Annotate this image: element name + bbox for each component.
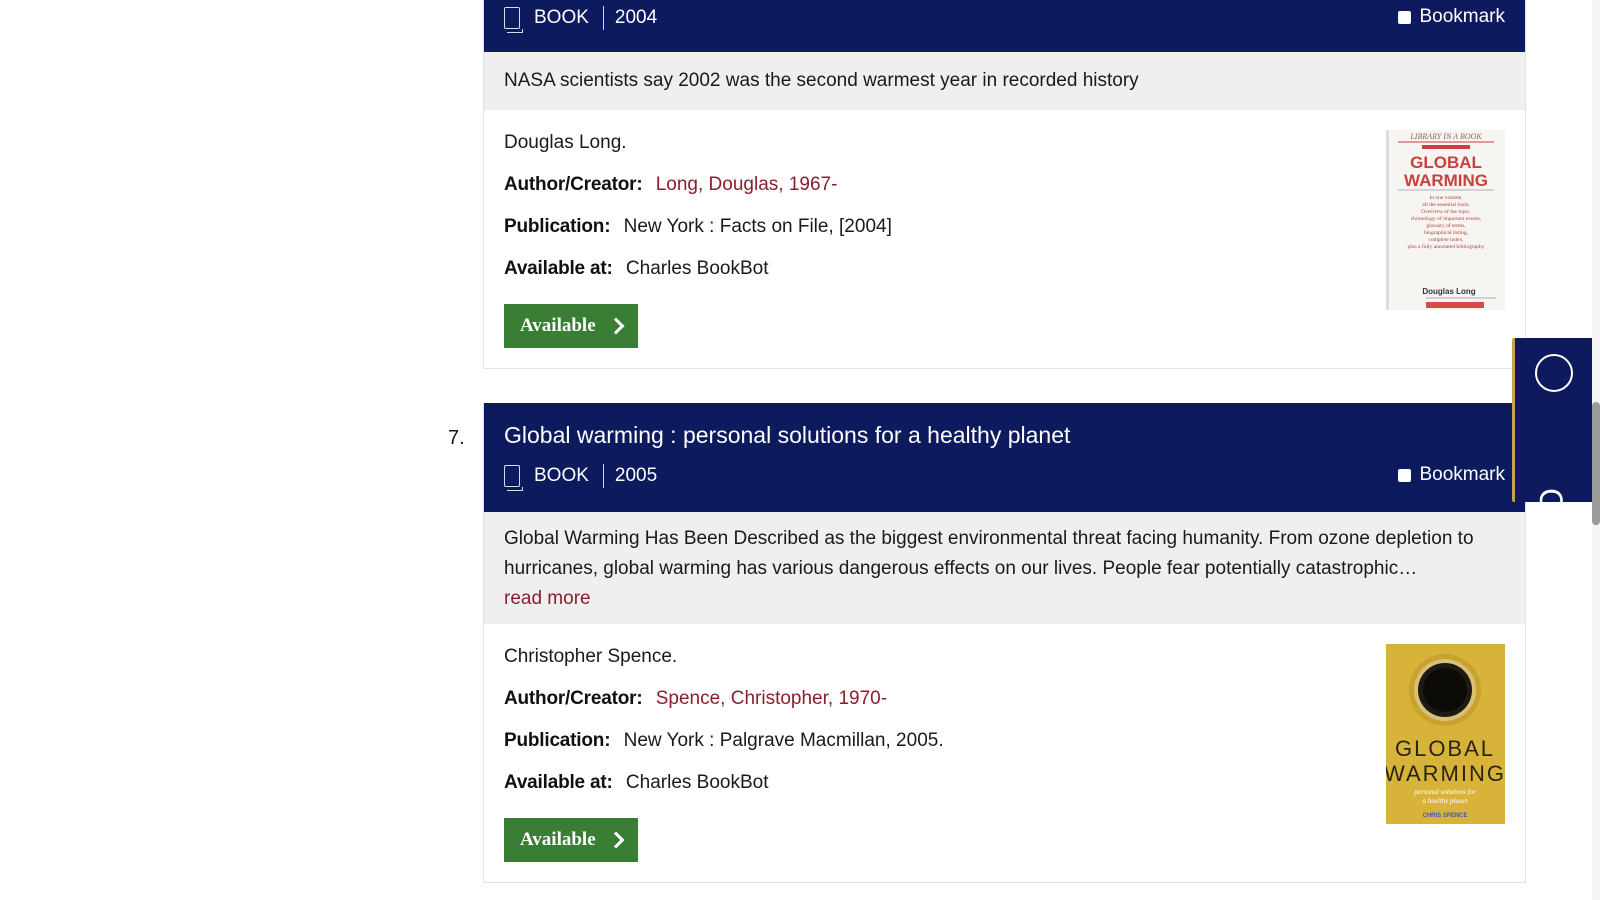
publication-value: New York : Facts on File, [2004] [623, 216, 892, 237]
format-label: BOOK [534, 7, 589, 28]
svg-text:plus a fully annotated bibliog: plus a fully annotated bibliography [1408, 243, 1485, 250]
publication-row: Publication: New York : Palgrave Macmill… [504, 720, 1505, 762]
result-description: NASA scientists say 2002 was the second … [484, 52, 1525, 110]
svg-text:biographical listing,: biographical listing, [1424, 230, 1469, 236]
svg-text:glossary of terms,: glossary of terms, [1426, 222, 1466, 229]
cover-author: Douglas Long [1422, 287, 1475, 296]
publication-value: New York : Palgrave Macmillan, 2005. [623, 730, 944, 751]
bookmark-label: Bookmark [1419, 464, 1505, 485]
svg-text:Overview of the topic,: Overview of the topic, [1421, 208, 1471, 215]
result-header: BOOK 2004 Bookmark [484, 0, 1525, 52]
bookmark-label: Bookmark [1419, 6, 1505, 27]
svg-text:a healthy planet: a healthy planet [1422, 797, 1468, 805]
author-row: Author/Creator: Spence, Christopher, 197… [504, 678, 1505, 720]
result-header: Global warming : personal solutions for … [484, 403, 1525, 512]
cover-title-1: GLOBAL [1410, 153, 1482, 172]
author-label: Author/Creator: [504, 174, 643, 195]
publication-row: Publication: New York : Facts on File, [… [504, 206, 1505, 248]
cover-title-1: GLOBAL [1395, 736, 1495, 761]
result-details: Douglas Long. Author/Creator: Long, Doug… [484, 110, 1525, 368]
chevron-right-icon [607, 317, 625, 335]
svg-text:all the essential tools:: all the essential tools: [1422, 202, 1470, 208]
result-number: 7. [448, 427, 465, 449]
author-label: Author/Creator: [504, 688, 643, 709]
year-label: 2005 [614, 465, 658, 486]
author-row: Author/Creator: Long, Douglas, 1967- [504, 164, 1505, 206]
result-meta: BOOK 2005 [504, 464, 658, 491]
publication-label: Publication: [504, 730, 611, 751]
book-cover-image[interactable]: LIBRARY IN A BOOK GLOBAL WARMING In one … [1386, 130, 1505, 310]
chat-label: Chat [1533, 488, 1569, 556]
bookmark-toggle[interactable]: Bookmark [1398, 6, 1505, 28]
search-result-6: BOOK 2004 Bookmark NASA scientists say 2… [483, 0, 1526, 369]
result-title-link[interactable]: Global warming : personal solutions for … [504, 422, 1070, 449]
cover-author: CHRIS SPENCE [1422, 813, 1467, 819]
author-link[interactable]: Long, Douglas, 1967- [656, 174, 838, 195]
divider [602, 6, 604, 30]
svg-text:personal solutions for: personal solutions for [1413, 788, 1476, 796]
result-meta: BOOK 2004 [504, 6, 658, 33]
availability-row: Available at: Charles BookBot [504, 762, 1505, 804]
bookmark-toggle[interactable]: Bookmark [1398, 464, 1505, 486]
result-details: Christopher Spence. Author/Creator: Spen… [484, 624, 1525, 882]
format-label: BOOK [534, 465, 589, 486]
publication-label: Publication: [504, 216, 611, 237]
year-label: 2004 [614, 7, 658, 28]
available-button-label: Available [520, 315, 596, 336]
book-cover-image[interactable]: GLOBAL WARMING personal solutions for a … [1386, 644, 1505, 824]
search-result-7: Global warming : personal solutions for … [483, 403, 1526, 883]
result-description: Global Warming Has Been Described as the… [484, 512, 1525, 624]
svg-text:complete index,: complete index, [1428, 237, 1464, 243]
cover-series: LIBRARY IN A BOOK [1409, 132, 1482, 141]
description-text: Global Warming Has Been Described as the… [504, 528, 1474, 579]
read-more-link[interactable]: read more [504, 584, 1505, 614]
available-label: Available at: [504, 772, 613, 793]
description-text: NASA scientists say 2002 was the second … [504, 70, 1139, 91]
chat-bubble-icon [1535, 354, 1573, 392]
available-label: Available at: [504, 258, 613, 279]
available-button[interactable]: Available [504, 818, 638, 862]
cover-title-2: WARMING [1386, 761, 1505, 786]
chevron-right-icon [607, 831, 625, 849]
scrollbar-thumb[interactable] [1592, 402, 1600, 525]
statement-of-responsibility: Christopher Spence. [504, 646, 678, 667]
book-icon [504, 7, 523, 33]
bookmark-checkbox[interactable] [1398, 468, 1412, 482]
svg-text:chronology of important events: chronology of important events, [1411, 215, 1482, 222]
svg-text:In one volume,: In one volume, [1429, 195, 1463, 201]
statement-of-responsibility: Douglas Long. [504, 132, 627, 153]
cover-title-2: WARMING [1404, 171, 1488, 190]
available-button[interactable]: Available [504, 304, 638, 348]
divider [602, 464, 604, 488]
bookmark-checkbox[interactable] [1398, 10, 1412, 24]
availability-row: Available at: Charles BookBot [504, 248, 1505, 290]
location-value: Charles BookBot [625, 772, 769, 793]
chat-button[interactable]: Chat [1512, 338, 1593, 556]
author-link[interactable]: Spence, Christopher, 1970- [656, 688, 887, 709]
location-value: Charles BookBot [625, 258, 769, 279]
available-button-label: Available [520, 829, 596, 850]
book-icon [504, 465, 523, 491]
